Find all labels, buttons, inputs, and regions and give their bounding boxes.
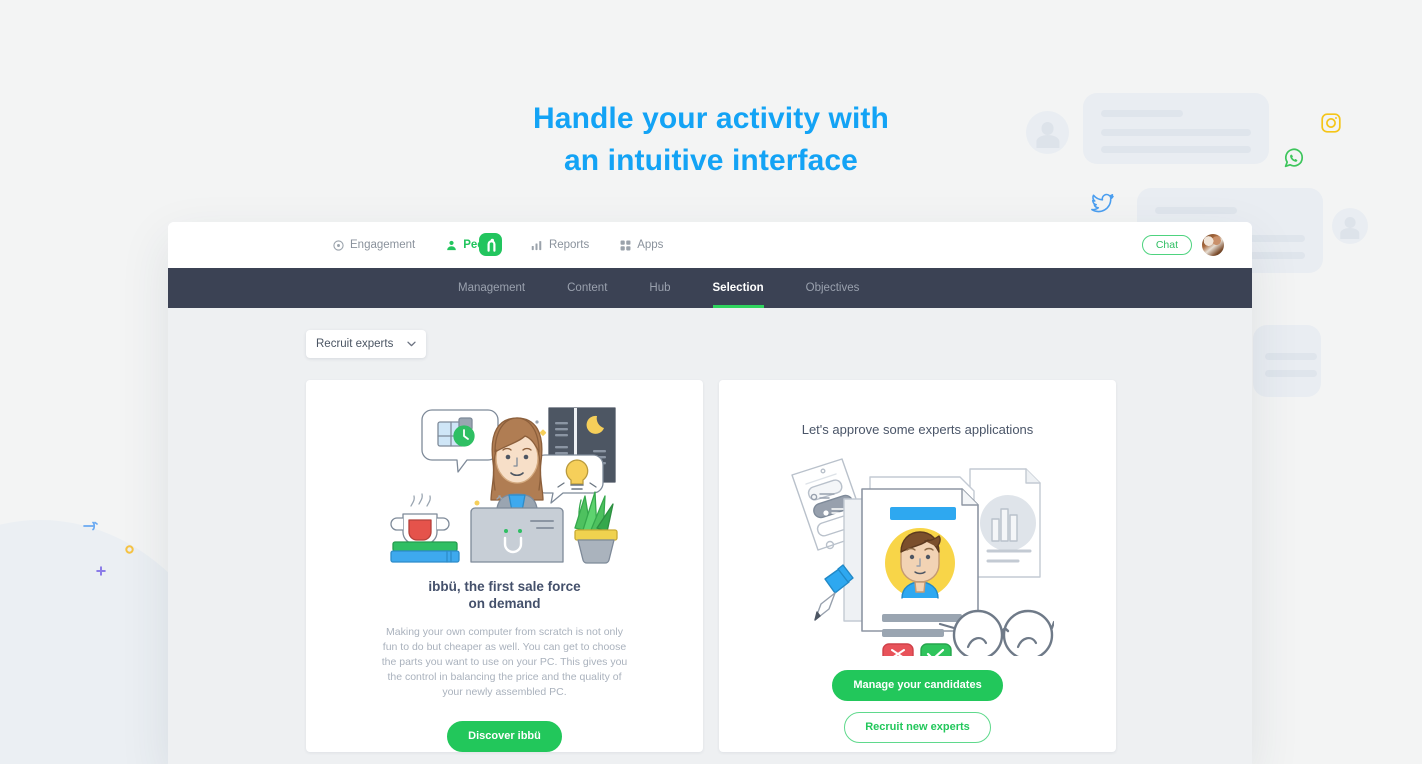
approve-chip <box>919 642 952 656</box>
nav-item-apps[interactable]: Apps <box>619 239 663 251</box>
woman-at-laptop-illustration <box>389 407 618 564</box>
ghost-message-card <box>1253 325 1321 397</box>
grid-icon <box>619 239 631 251</box>
nav-item-engagement[interactable]: Engagement <box>332 239 415 251</box>
sub-navigation-bar: Management Content Hub Selection Objecti… <box>168 268 1252 308</box>
nav-label: Engagement <box>350 239 416 251</box>
card-experts-applications: Let's approve some experts applications <box>719 380 1116 752</box>
hero-line-2: an intuitive interface <box>564 144 858 177</box>
hero-line-1: Handle your activity with <box>533 102 889 135</box>
user-avatar[interactable] <box>1202 234 1224 256</box>
subnav-item-objectives[interactable]: Objectives <box>806 268 860 308</box>
discover-ibbu-button[interactable]: Discover ibbü <box>447 720 562 752</box>
content-area: Recruit experts ibbü, the first sale for… <box>168 308 1252 764</box>
nav-item-reports[interactable]: Reports <box>531 239 589 251</box>
card-heading: Let's approve some experts applications <box>801 422 1034 437</box>
subnav-item-hub[interactable]: Hub <box>649 268 670 308</box>
card-ibbu-intro: ibbü, the first sale force on demand Mak… <box>306 380 703 752</box>
nav-label: Apps <box>637 239 664 251</box>
sparkle-circle-icon <box>124 542 135 560</box>
cards-row: ibbü, the first sale force on demand Mak… <box>306 380 1252 752</box>
chevron-down-icon <box>407 338 416 350</box>
recruit-experts-dropdown[interactable]: Recruit experts <box>306 330 426 358</box>
card-body-text: Making your own computer from scratch is… <box>381 625 628 699</box>
dropdown-value: Recruit experts <box>316 338 394 350</box>
twitter-icon <box>1088 192 1115 221</box>
top-nav-right: Chat <box>1141 234 1224 256</box>
subnav-item-management[interactable]: Management <box>458 268 525 308</box>
top-navigation-bar: Engagement People <box>168 222 1252 268</box>
card-title-line-1: ibbü, the first sale force <box>428 579 581 594</box>
person-icon <box>445 239 457 251</box>
sparkle-arrow-icon <box>82 519 100 540</box>
hero-heading: Handle your activity with an intuitive i… <box>0 98 1422 182</box>
target-icon <box>332 239 344 251</box>
subnav-item-selection[interactable]: Selection <box>712 268 764 308</box>
card-title-line-2: on demand <box>468 596 541 612</box>
recruit-new-experts-button[interactable]: Recruit new experts <box>844 711 991 743</box>
sparkle-plus-icon <box>95 564 107 582</box>
subnav-item-content[interactable]: Content <box>567 268 607 308</box>
app-window: Engagement People <box>168 222 1252 764</box>
card-title-block: ibbü, the first sale force on demand <box>428 578 580 613</box>
reject-chip <box>881 642 914 656</box>
nav-label: Reports <box>548 239 590 251</box>
cv-applications-illustration <box>790 457 1054 656</box>
manage-candidates-button[interactable]: Manage your candidates <box>832 669 1003 701</box>
ibbu-logo[interactable] <box>479 233 502 256</box>
bar-chart-icon <box>531 239 543 251</box>
ghost-avatar <box>1332 208 1368 244</box>
chat-button[interactable]: Chat <box>1141 235 1192 255</box>
